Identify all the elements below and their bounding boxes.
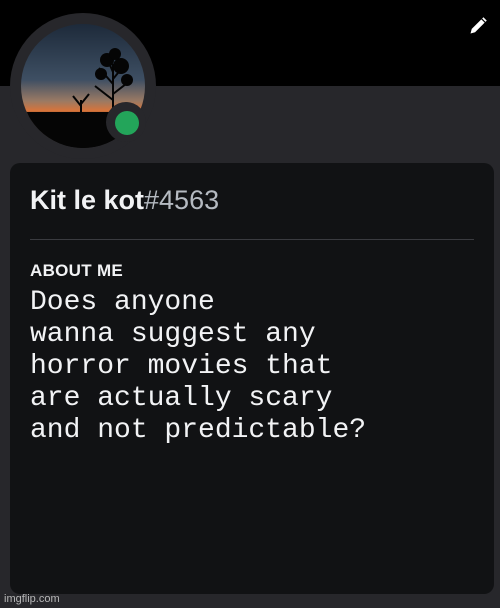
edit-profile-button[interactable]	[466, 14, 490, 38]
pencil-icon	[470, 17, 487, 34]
profile-card: Kit le kot#4563 ABOUT ME Does anyone wan…	[10, 163, 494, 594]
watermark: imgflip.com	[4, 593, 60, 605]
about-me-text: Does anyone wanna suggest any horror mov…	[30, 287, 367, 446]
username-row: Kit le kot#4563	[30, 183, 219, 217]
username[interactable]: Kit le kot	[30, 185, 144, 215]
online-status-icon	[115, 111, 139, 135]
divider	[30, 239, 474, 240]
about-me-heading: ABOUT ME	[30, 261, 124, 280]
discriminator: #4563	[144, 185, 220, 215]
